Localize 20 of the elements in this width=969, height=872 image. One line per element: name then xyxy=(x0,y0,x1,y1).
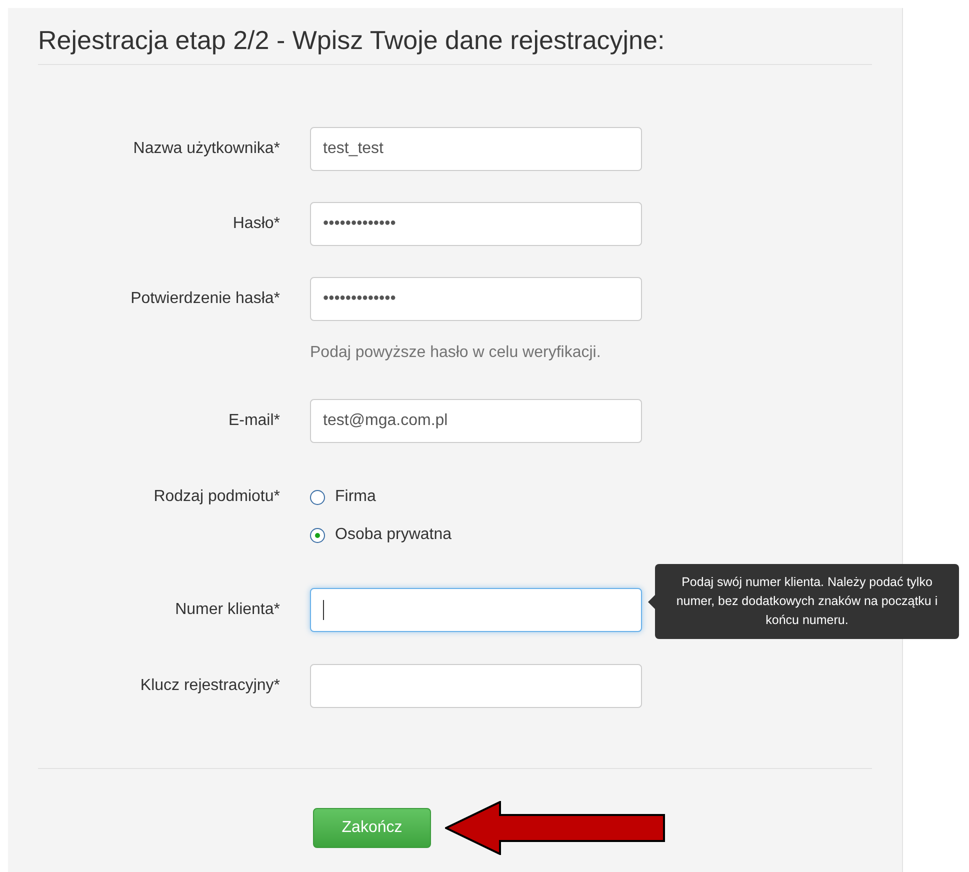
radio-label: Osoba prywatna xyxy=(335,525,452,545)
field-label: Klucz rejestracyjny* xyxy=(139,676,280,696)
field-label: Rodzaj podmiotu* xyxy=(152,487,280,507)
input-field[interactable]: ••••••••••••• xyxy=(310,202,642,246)
radio-button[interactable] xyxy=(310,490,325,504)
radio-button[interactable] xyxy=(310,528,325,542)
input-field[interactable]: test@mga.com.pl xyxy=(310,399,642,443)
tooltip: Podaj swój numer klienta. Należy podać tylko numer, bez dodatkowych znaków na początku i końcu numeru. xyxy=(655,564,959,639)
field-label: Nazwa użytkownika* xyxy=(132,139,280,159)
input-field[interactable]: ••••••••••••• xyxy=(310,277,642,321)
field-label: E-mail* xyxy=(227,411,280,431)
radio-label: Firma xyxy=(335,487,376,507)
field-label: Hasło* xyxy=(232,214,280,234)
input-field[interactable]: test_test xyxy=(310,127,642,171)
page-title: Rejestracja etap 2/2 - Wpisz Twoje dane rejestracyjne: xyxy=(38,24,666,56)
field-label: Numer klienta* xyxy=(174,600,280,620)
input-field[interactable] xyxy=(310,664,642,708)
field-label: Potwierdzenie hasła* xyxy=(130,289,280,309)
input-field[interactable] xyxy=(310,588,642,632)
help-text: Podaj powyższe hasło w celu weryfikacji. xyxy=(310,343,602,363)
